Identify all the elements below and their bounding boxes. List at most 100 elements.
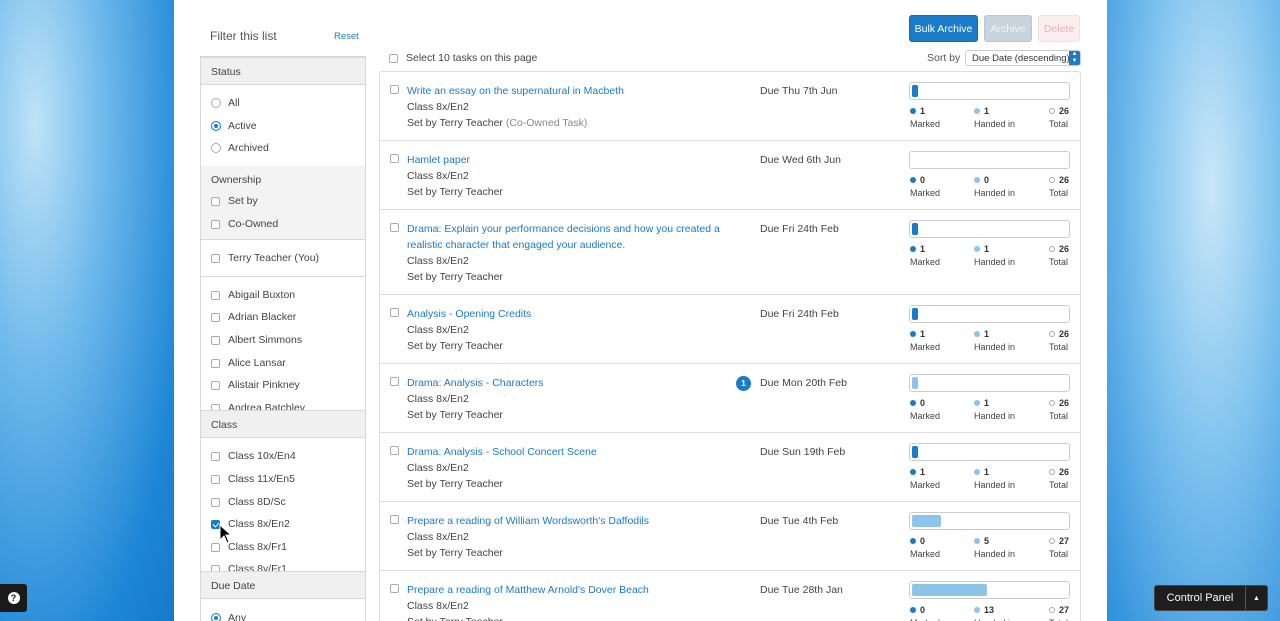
checkbox-class[interactable] (211, 474, 220, 484)
sort-label: Sort by (927, 52, 961, 64)
notification-badge[interactable]: 1 (736, 376, 751, 391)
status-option-archived[interactable]: Archived (211, 141, 269, 155)
total-count: 27 (1059, 536, 1070, 546)
due-date-option-any[interactable]: Any (211, 611, 246, 621)
total-label: Total (1049, 549, 1069, 559)
class-heading: Class (201, 410, 365, 438)
task-checkbox[interactable] (390, 446, 399, 455)
person-option[interactable]: Adrian Blacker (211, 310, 296, 324)
task-due-date: Due Mon 20th Feb (760, 377, 847, 389)
total-count: 26 (1059, 175, 1070, 185)
task-checkbox[interactable] (390, 223, 399, 232)
ownership-heading: Ownership (211, 174, 262, 186)
task-title-link[interactable]: Hamlet paper (407, 152, 727, 168)
status-heading: Status (201, 57, 365, 85)
task-progress-bar (909, 151, 1070, 169)
task-list: Write an essay on the supernatural in Ma… (379, 71, 1081, 621)
control-panel-button[interactable]: Control Panel ▲ (1154, 585, 1268, 611)
stat-handed-in: 1 Handed in (974, 397, 1015, 423)
select-all[interactable]: Select 10 tasks on this page (389, 52, 537, 64)
task-class: Class 8x/En2 (407, 393, 469, 405)
checkbox-class[interactable] (211, 497, 220, 507)
checkbox-person[interactable] (211, 380, 220, 390)
marked-count: 0 (920, 605, 926, 615)
archive-button[interactable]: Archive (984, 15, 1032, 42)
owner-option-you[interactable]: Terry Teacher (You) (211, 251, 319, 265)
task-checkbox[interactable] (390, 377, 399, 386)
status-option-all[interactable]: All (211, 96, 240, 110)
caret-up-icon[interactable]: ▲ (1246, 595, 1267, 602)
task-checkbox[interactable] (390, 515, 399, 524)
handed-in-label: Handed in (974, 188, 1016, 198)
reset-link[interactable]: Reset (334, 31, 359, 42)
person-option[interactable]: Abigail Buxton (211, 288, 295, 302)
class-option[interactable]: Class 8y/Fr1 (211, 562, 287, 571)
task-class: Class 8x/En2 (407, 600, 469, 612)
class-list[interactable]: Class 10x/En4 Class 11x/En5 Class 8D/Sc … (201, 439, 365, 571)
checkbox-co-owned[interactable] (211, 219, 220, 229)
total-label: Total (1049, 257, 1069, 267)
task-class: Class 8x/En2 (407, 531, 469, 543)
checkbox-you[interactable] (211, 253, 220, 263)
checkbox-class[interactable] (211, 451, 220, 461)
stat-handed-in: 1 Handed in (974, 243, 1015, 269)
ownership-option-co-owned[interactable]: Co-Owned (211, 217, 278, 231)
radio-active[interactable] (211, 121, 221, 131)
people-list[interactable]: Abigail Buxton Adrian Blacker Albert Sim… (201, 277, 365, 410)
task-title-link[interactable]: Write an essay on the supernatural in Ma… (407, 83, 727, 99)
task-owner: Set by Terry Teacher (407, 545, 503, 561)
person-option[interactable]: Alistair Pinkney (211, 378, 300, 392)
handed-in-count: 1 (984, 244, 990, 254)
ownership-option-set-by[interactable]: Set by (211, 194, 258, 208)
person-option[interactable]: Andrea Batchley (211, 401, 305, 410)
total-dot-icon (1049, 108, 1055, 114)
delete-button[interactable]: Delete (1038, 15, 1080, 42)
bulk-archive-button[interactable]: Bulk Archive (909, 15, 978, 42)
task-class: Class 8x/En2 (407, 101, 469, 113)
radio-any[interactable] (211, 613, 221, 621)
task-progress-bar (909, 443, 1070, 461)
checkbox-set-by[interactable] (211, 196, 220, 206)
class-option[interactable]: Class 10x/En4 (211, 449, 296, 463)
stat-total: 26 Total (1049, 174, 1069, 200)
checkbox-person[interactable] (211, 358, 220, 368)
marked-label: Marked (910, 549, 941, 559)
checkbox-person[interactable] (211, 335, 220, 345)
radio-all[interactable] (211, 98, 221, 108)
owner-option-label: Terry Teacher (You) (228, 252, 320, 264)
person-option[interactable]: Albert Simmons (211, 333, 302, 347)
status-option-active[interactable]: Active (211, 119, 257, 133)
task-checkbox[interactable] (390, 308, 399, 317)
task-checkbox[interactable] (390, 85, 399, 94)
class-option[interactable]: Class 11x/En5 (211, 472, 295, 486)
marked-count: 1 (920, 329, 926, 339)
checkbox-person[interactable] (211, 312, 220, 322)
marked-dot-icon (910, 177, 916, 183)
person-label: Adrian Blacker (228, 311, 297, 323)
person-option[interactable]: Alice Lansar (211, 356, 286, 370)
checkbox-person[interactable] (211, 290, 220, 300)
task-due-date: Due Fri 24th Feb (760, 308, 839, 320)
task-title-link[interactable]: Prepare a reading of Matthew Arnold's Do… (407, 582, 727, 598)
task-title-link[interactable]: Drama: Analysis - Characters (407, 375, 727, 391)
stat-marked: 1 Marked (910, 466, 940, 492)
class-option[interactable]: Class 8D/Sc (211, 495, 286, 509)
stat-marked: 1 Marked (910, 105, 940, 131)
stat-marked: 1 Marked (910, 328, 940, 354)
sort-select[interactable]: Due Date (descending) ▲ ▼ (965, 50, 1081, 66)
radio-archived[interactable] (211, 143, 221, 153)
task-title-link[interactable]: Analysis - Opening Credits (407, 306, 727, 322)
task-checkbox[interactable] (390, 584, 399, 593)
marked-count: 1 (920, 244, 926, 254)
task-class: Class 8x/En2 (407, 170, 469, 182)
task-title-link[interactable]: Drama: Analysis - School Concert Scene (407, 444, 727, 460)
ownership-option-label: Co-Owned (228, 218, 279, 230)
help-button[interactable]: ? (0, 584, 27, 612)
task-title-link[interactable]: Drama: Explain your performance decision… (407, 221, 727, 253)
task-progress-bar (909, 305, 1070, 323)
task-progress-bar (909, 82, 1070, 100)
task-set-by: Set by Terry Teacher (407, 478, 503, 490)
task-title-link[interactable]: Prepare a reading of William Wordsworth'… (407, 513, 727, 529)
select-all-checkbox[interactable] (389, 53, 398, 63)
task-checkbox[interactable] (390, 154, 399, 163)
